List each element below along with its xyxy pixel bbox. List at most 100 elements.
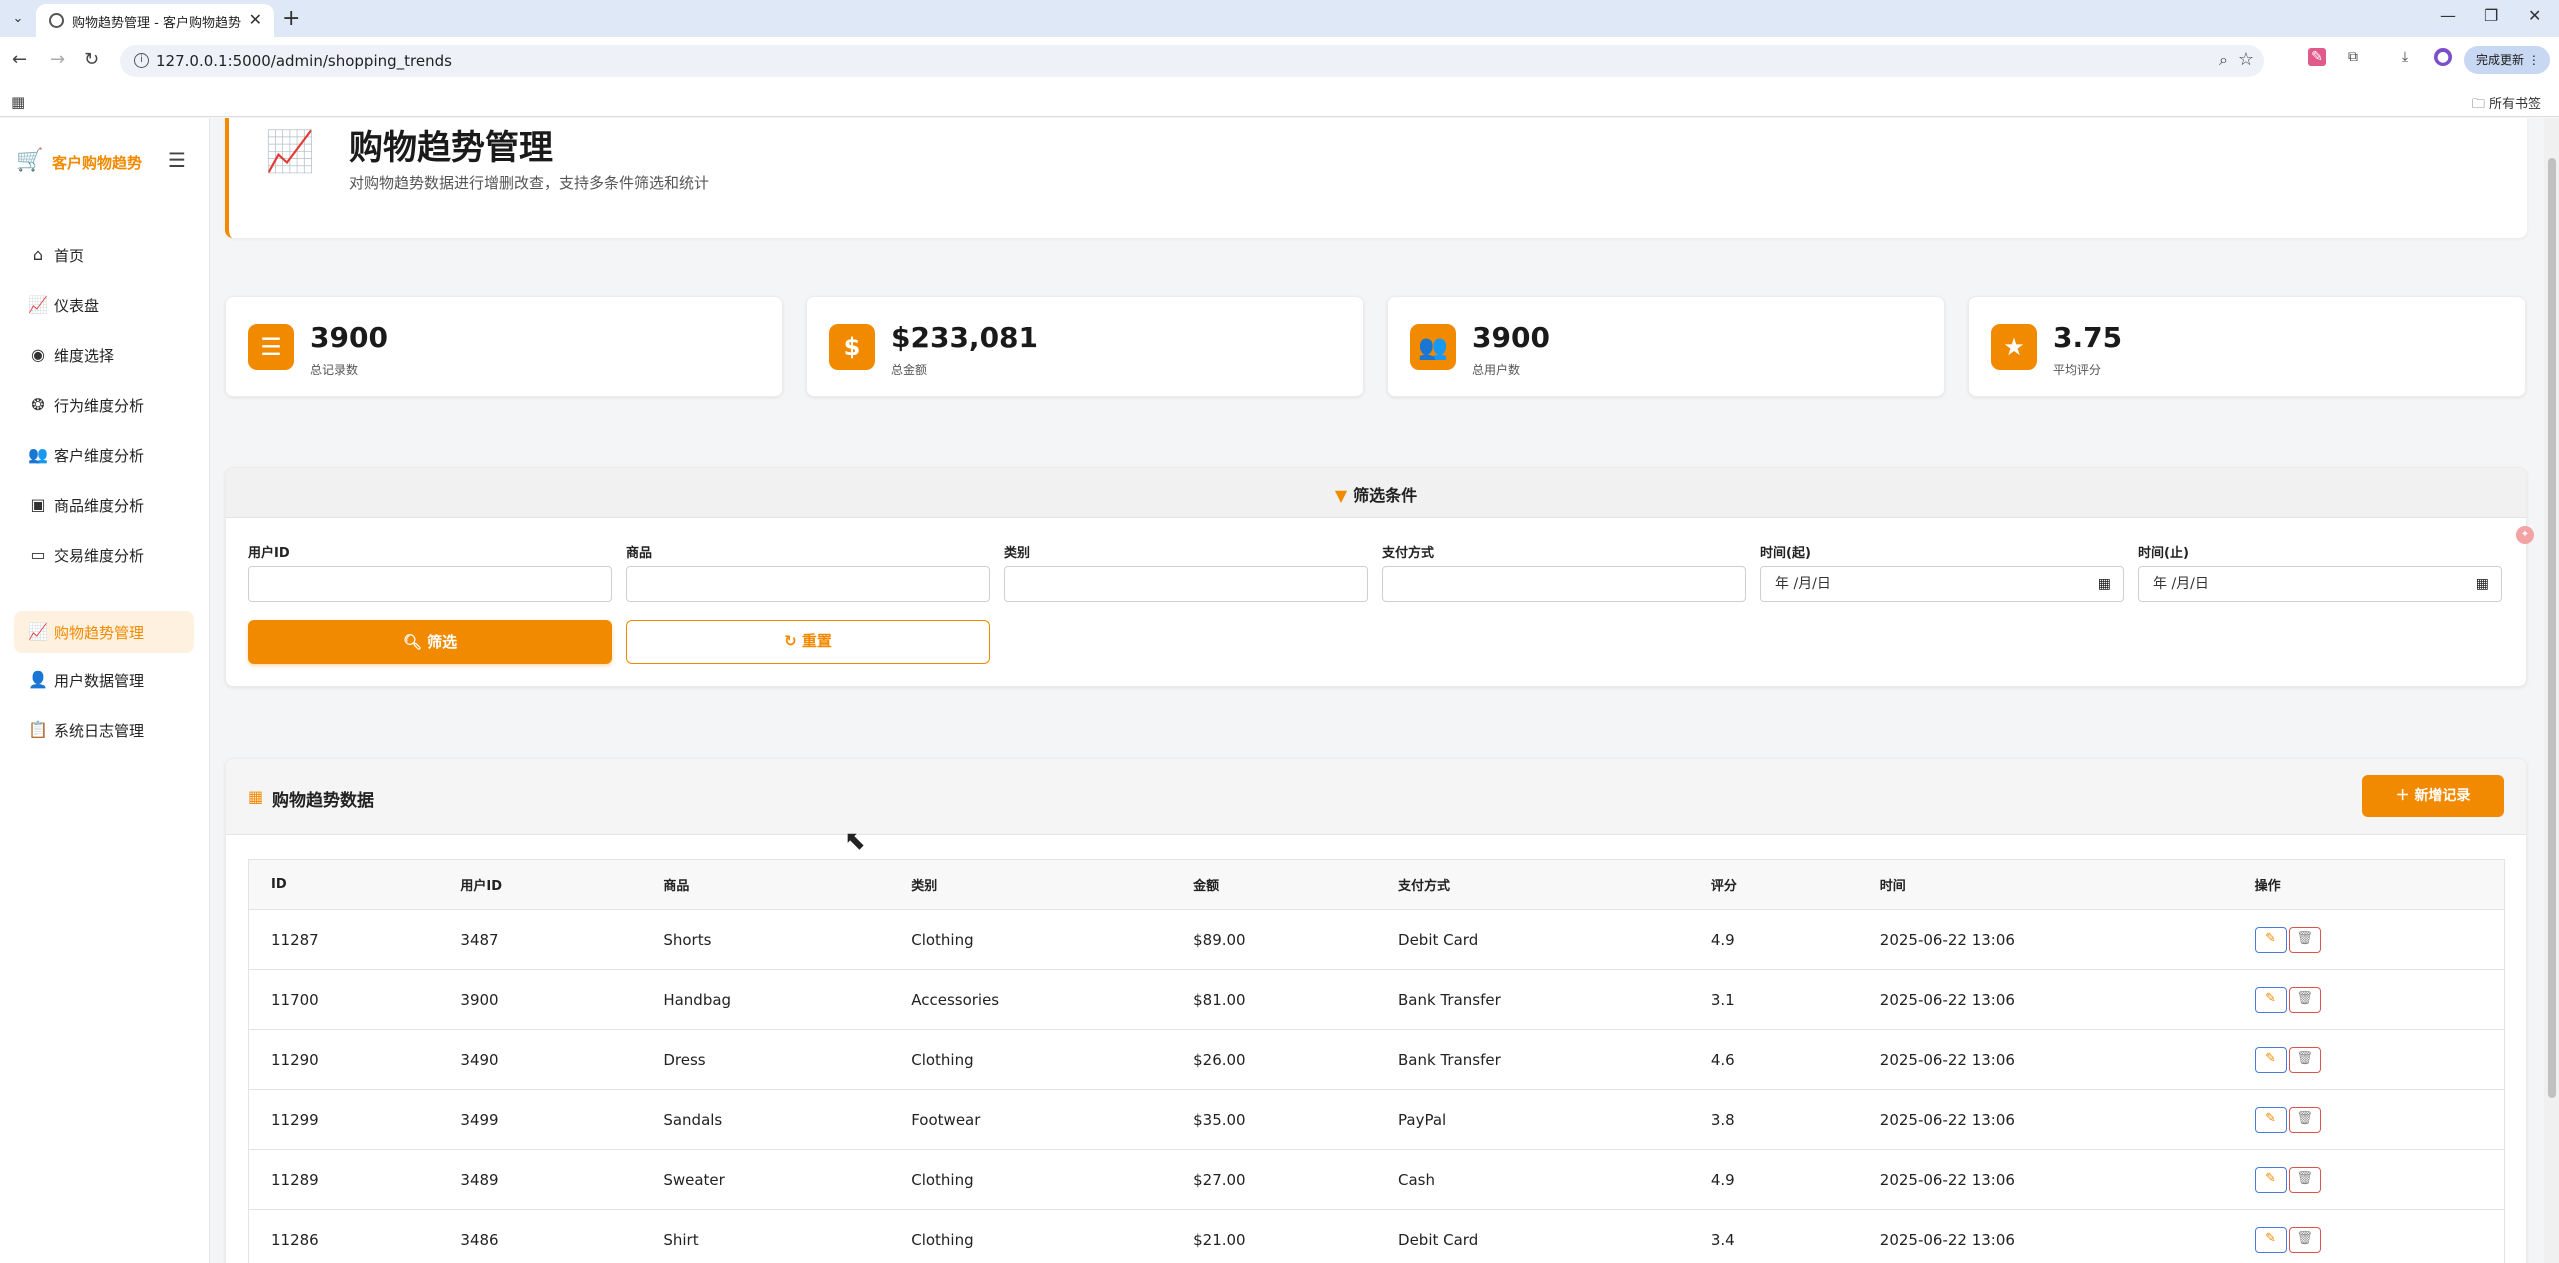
calendar-icon[interactable]: ▦: [2476, 567, 2489, 601]
delete-button[interactable]: 🗑︎: [2288, 926, 2321, 953]
bookmark-bar: ▦ 🗀 所有书签: [0, 85, 2559, 117]
start-date-input[interactable]: 年 /月/日 ▦: [1760, 566, 2124, 602]
category-input[interactable]: [1004, 566, 1368, 602]
url-text[interactable]: 127.0.0.1:5000/admin/shopping_trends: [156, 52, 452, 70]
sidebar: 🛒 客户购物趋势 ☰ ⌂ 首页 📈 仪表盘 ◉ 维度选择 ❂ 行为维度分析 👥 客户维度分析 ▣ 商品…: [0, 118, 210, 1263]
sidebar-item-5[interactable]: ▣ 商品维度分析: [14, 484, 194, 526]
shopping-cart-icon: 🛒: [16, 148, 44, 173]
sidebar-item-label: 交易维度分析: [54, 547, 145, 565]
forward-icon[interactable]: →: [50, 49, 65, 70]
page-subtitle: 对购物趋势数据进行增删改查，支持多条件筛选和统计: [349, 174, 710, 192]
end-date-input[interactable]: 年 /月/日 ▦: [2138, 566, 2502, 602]
edit-button[interactable]: ✎: [2254, 1166, 2287, 1193]
minimize-icon[interactable]: —: [2440, 6, 2456, 25]
filter-button[interactable]: 🔍︎ 筛选: [248, 620, 612, 664]
table-cell: 3490: [438, 1029, 642, 1090]
reload-icon[interactable]: ↻: [84, 49, 99, 70]
users-icon: 👥: [28, 445, 48, 464]
tab-search-icon[interactable]: ⌄: [8, 9, 28, 29]
apps-grid-icon[interactable]: ▦: [11, 93, 25, 111]
end-date-label: 时间(止): [2138, 546, 2189, 561]
trash-icon: 🗑︎: [2296, 1230, 2313, 1246]
payment-method-input[interactable]: [1382, 566, 1746, 602]
delete-button[interactable]: 🗑︎: [2288, 1166, 2321, 1193]
reset-button[interactable]: ↻ 重置: [626, 620, 990, 664]
column-header: 支付方式: [1376, 859, 1689, 910]
table-cell: Shirt: [641, 1209, 890, 1263]
column-header: 类别: [889, 859, 1172, 910]
stat-label: 总金额: [891, 363, 928, 377]
close-tab-icon[interactable]: ✕: [249, 10, 262, 29]
site-info-icon[interactable]: i: [134, 53, 149, 68]
table-cell: 11287: [248, 909, 439, 970]
table-cell: Bank Transfer: [1376, 1029, 1689, 1090]
compass-icon: ◉: [31, 345, 45, 364]
filter-header: ▼ 筛选条件: [226, 468, 2526, 518]
globe-icon: [49, 13, 64, 28]
all-bookmarks-button[interactable]: 🗀 所有书签: [2472, 93, 2541, 117]
table-cell: Accessories: [889, 969, 1172, 1030]
reset-button-label: 重置: [801, 632, 832, 650]
column-header: ID: [248, 859, 439, 910]
sidebar-item-8[interactable]: 👤 用户数据管理: [14, 659, 194, 701]
table-cell: 4.9: [1688, 909, 1858, 970]
sidebar-item-4[interactable]: 👥 客户维度分析: [14, 434, 194, 476]
omnibox[interactable]: i 127.0.0.1:5000/admin/shopping_trends ⌕…: [120, 45, 2264, 77]
delete-button[interactable]: 🗑︎: [2288, 986, 2321, 1013]
start-date-label: 时间(起): [1760, 546, 1811, 561]
sidebar-item-1[interactable]: 📈 仪表盘: [14, 284, 194, 326]
pencil-icon: ✎: [2265, 1230, 2277, 1246]
table-row: 11289 3489 Sweater Clothing $27.00 Cash 4.9 202…: [248, 1149, 2505, 1210]
table-cell: Dress: [641, 1029, 890, 1090]
delete-button[interactable]: 🗑︎: [2288, 1226, 2321, 1253]
menu-toggle-icon[interactable]: ☰: [168, 148, 186, 172]
sidebar-item-9[interactable]: 📋 系统日志管理: [14, 709, 194, 751]
bookmark-star-icon[interactable]: ☆: [2238, 49, 2254, 70]
sidebar-item-2[interactable]: ◉ 维度选择: [14, 334, 194, 376]
home-icon: ⌂: [32, 245, 44, 264]
scroll-thumb[interactable]: [2548, 158, 2556, 1098]
sidebar-item-0[interactable]: ⌂ 首页: [14, 234, 194, 276]
calendar-icon[interactable]: ▦: [2098, 567, 2111, 601]
sidebar-item-7[interactable]: 📈 购物趋势管理: [14, 611, 194, 653]
profile-avatar-icon[interactable]: ●: [2434, 48, 2452, 66]
table-cell: 2025-06-22 13:06: [1857, 1209, 2233, 1263]
table-cell: 3486: [438, 1209, 642, 1263]
back-icon[interactable]: ←: [12, 49, 27, 70]
stat-card: $ $233,081 总金额: [806, 296, 1364, 397]
pencil-icon: ✎: [2265, 990, 2277, 1006]
table-cell: 3.4: [1688, 1209, 1858, 1263]
edit-button[interactable]: ✎: [2254, 1226, 2287, 1253]
table-cell: 3.8: [1688, 1089, 1858, 1150]
table-row: 11290 3490 Dress Clothing $26.00 Bank Transfe…: [248, 1029, 2505, 1090]
sidebar-item-3[interactable]: ❂ 行为维度分析: [14, 384, 194, 426]
close-window-icon[interactable]: ✕: [2528, 6, 2541, 25]
zoom-icon[interactable]: ⌕: [2219, 50, 2228, 70]
sidebar-item-label: 仪表盘: [54, 297, 100, 315]
add-record-button[interactable]: ＋ 新增记录: [2362, 775, 2504, 817]
mouse-cursor-icon: ⬉: [844, 826, 866, 856]
page-scrollbar[interactable]: [2544, 118, 2559, 1263]
product-input[interactable]: [626, 566, 990, 602]
table-cell: $35.00: [1171, 1089, 1377, 1150]
edit-button[interactable]: ✎: [2254, 986, 2287, 1013]
folder-icon: 🗀: [2471, 97, 2485, 112]
delete-button[interactable]: 🗑︎: [2288, 1106, 2321, 1133]
browser-tab[interactable]: 购物趋势管理 - 客户购物趋势 ✕: [36, 4, 274, 37]
edit-button[interactable]: ✎: [2254, 1106, 2287, 1133]
new-tab-icon[interactable]: +: [282, 6, 300, 31]
browser-tab-bar: ⌄ 购物趋势管理 - 客户购物趋势 ✕ + — ❐ ✕: [0, 0, 2559, 37]
edit-button[interactable]: ✎: [2254, 1046, 2287, 1073]
extension-icon[interactable]: ✎: [2308, 48, 2326, 66]
edit-button[interactable]: ✎: [2254, 926, 2287, 953]
sidebar-item-6[interactable]: ▭ 交易维度分析: [14, 534, 194, 576]
delete-button[interactable]: 🗑︎: [2288, 1046, 2321, 1073]
user-id-input[interactable]: [248, 566, 612, 602]
table-cell: $89.00: [1171, 909, 1377, 970]
floating-assistant-icon[interactable]: ✦: [2516, 526, 2534, 544]
table-header-bar: ▦ 购物趋势数据 ＋ 新增记录: [226, 759, 2526, 835]
download-icon[interactable]: ⤓: [2396, 48, 2414, 66]
restore-icon[interactable]: ❐: [2484, 6, 2498, 25]
update-button[interactable]: 完成更新 ⋮: [2464, 46, 2550, 74]
extensions-puzzle-icon[interactable]: ⧉: [2344, 48, 2362, 66]
